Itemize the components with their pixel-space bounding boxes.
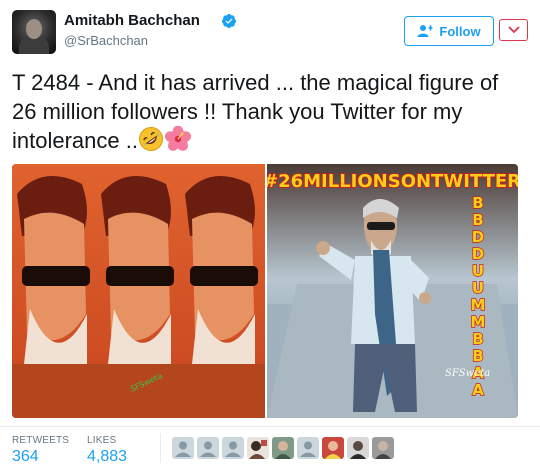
photo-avatar-icon xyxy=(247,437,269,459)
collage-image-triple-portrait[interactable]: SFSweta xyxy=(12,164,265,418)
likes-stat[interactable]: LIKES 4,883 xyxy=(87,435,127,466)
photo-avatar-icon xyxy=(272,437,294,459)
svg-text:D: D xyxy=(472,245,484,263)
photo-avatar-icon xyxy=(372,437,394,459)
default-avatar-icon xyxy=(197,437,219,459)
photo-avatar-icon xyxy=(347,437,369,459)
likers-avatar-list xyxy=(172,437,394,459)
liker-avatar-2[interactable] xyxy=(197,437,219,459)
default-avatar-icon xyxy=(172,437,194,459)
retweets-count: 364 xyxy=(12,448,39,465)
26-million-artwork: #26MILLIONSONTWITTER B B D D U U M M B B… xyxy=(267,164,518,418)
svg-text:U: U xyxy=(472,279,484,297)
image-banner-text: #26MILLIONSONTWITTER xyxy=(267,171,518,192)
tweet-media[interactable]: SFSweta #26MILLIONSONTWITTER B B D D U U… xyxy=(12,164,518,418)
tweet-body: T 2484 - And it has arrived ... the magi… xyxy=(12,70,499,153)
hibiscus-emoji-icon xyxy=(164,126,192,151)
add-user-icon xyxy=(417,25,433,37)
liker-avatar-7[interactable] xyxy=(322,437,344,459)
liker-avatar-4[interactable] xyxy=(247,437,269,459)
retweets-stat[interactable]: RETWEETS 364 xyxy=(12,435,69,466)
svg-text:M: M xyxy=(471,313,486,331)
verified-badge-icon xyxy=(221,14,236,28)
likes-label: LIKES xyxy=(87,435,117,446)
stats-divider xyxy=(160,433,161,463)
follow-button-label: Follow xyxy=(439,23,481,39)
user-handle[interactable]: @SrBachchan xyxy=(64,33,148,48)
svg-text:U: U xyxy=(472,262,484,280)
liker-avatar-6[interactable] xyxy=(297,437,319,459)
triple-portrait-artwork: SFSweta xyxy=(12,164,265,418)
right-image-watermark: SFSweta xyxy=(445,368,490,379)
svg-text:B: B xyxy=(472,330,483,348)
collage-image-26-million[interactable]: #26MILLIONSONTWITTER B B D D U U M M B B… xyxy=(267,164,518,418)
follow-button[interactable]: Follow xyxy=(404,16,494,46)
liker-avatar-5[interactable] xyxy=(272,437,294,459)
svg-text:A: A xyxy=(472,381,484,399)
liker-avatar-9[interactable] xyxy=(372,437,394,459)
liker-avatar-3[interactable] xyxy=(222,437,244,459)
photo-avatar-icon xyxy=(322,437,344,459)
tweet-stats: RETWEETS 364 LIKES 4,883 xyxy=(0,426,540,470)
default-avatar-icon xyxy=(222,437,244,459)
svg-text:B: B xyxy=(472,211,483,229)
tweet-header: Amitabh Bachchan @SrBachchan Follow xyxy=(0,0,540,62)
tweet-text: T 2484 - And it has arrived ... the magi… xyxy=(12,68,517,155)
user-avatar[interactable] xyxy=(12,10,56,54)
svg-text:D: D xyxy=(472,228,484,246)
retweets-label: RETWEETS xyxy=(12,435,70,446)
svg-text:M: M xyxy=(471,296,486,314)
svg-text:B: B xyxy=(472,194,483,212)
likes-count: 4,883 xyxy=(87,448,128,465)
svg-text:B: B xyxy=(472,347,483,365)
default-avatar-icon xyxy=(297,437,319,459)
liker-avatar-8[interactable] xyxy=(347,437,369,459)
more-options-button[interactable] xyxy=(499,19,528,41)
rolling-on-floor-laughing-emoji-icon xyxy=(138,127,163,151)
liker-avatar-1[interactable] xyxy=(172,437,194,459)
chevron-down-icon xyxy=(507,26,520,34)
display-name[interactable]: Amitabh Bachchan xyxy=(64,12,200,29)
